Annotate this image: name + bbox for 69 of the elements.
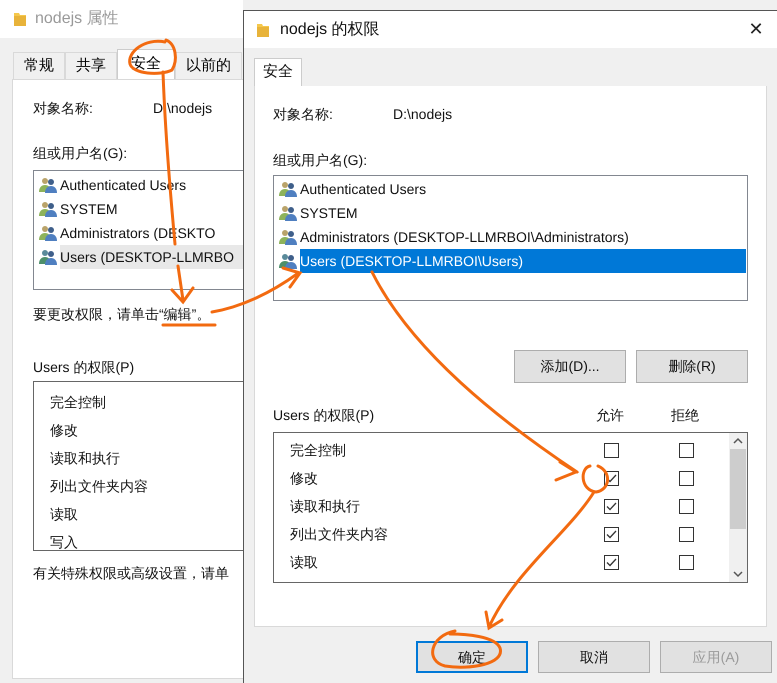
window-title: nodejs 属性 (35, 9, 119, 29)
tab[interactable]: 以前的 (175, 52, 242, 79)
group-item[interactable]: Administrators (DESKTOP-LLMRBOI\Administrators) (300, 225, 629, 249)
permission-name: 修改 (50, 420, 79, 440)
groups-list[interactable]: Authenticated Users SYSTEM Administrators (DESKTOP-LLMRBOI\Administrators) Users (DESKTOP-LLMRBOI\Users) (273, 175, 748, 301)
permission-name: 完全控制 (50, 392, 107, 412)
group-item[interactable]: SYSTEM (300, 201, 358, 225)
permissions-label: Users 的权限(P) (273, 406, 376, 425)
permission-name: 列出文件夹内容 (289, 524, 389, 544)
checkbox[interactable] (678, 498, 694, 514)
object-name-label: 对象名称: (33, 98, 94, 118)
permission-name: 读取 (289, 552, 319, 572)
groups-label: 组或用户名(G): (273, 151, 368, 170)
group-action-button[interactable]: 添加(D)... (514, 350, 626, 383)
users-icon (39, 177, 57, 193)
tab[interactable]: 常规 (13, 52, 65, 79)
tab[interactable]: 安全 (254, 58, 302, 86)
circle-annotation (127, 39, 177, 77)
permission-name: 列出文件夹内容 (50, 476, 149, 496)
edit-hint: 要更改权限，请单击“编辑”。 (33, 305, 212, 324)
groups-label: 组或用户名(G): (33, 144, 128, 163)
group-item[interactable]: Users (DESKTOP-LLMRBO (60, 245, 243, 269)
tab[interactable]: 共享 (65, 52, 117, 79)
scrollbar[interactable] (729, 433, 747, 582)
checkbox[interactable] (604, 554, 618, 570)
checkbox[interactable] (604, 526, 618, 542)
checkbox[interactable] (678, 526, 694, 542)
scrollbar-thumb[interactable] (730, 449, 746, 529)
users-icon (279, 181, 297, 197)
deny-header: 拒绝 (670, 406, 700, 424)
permission-name: 完全控制 (289, 440, 347, 460)
dialog-button[interactable]: 确定 (416, 641, 528, 673)
group-item[interactable]: Authenticated Users (300, 177, 426, 201)
permission-name: 修改 (289, 468, 319, 488)
allow-header: 允许 (595, 406, 625, 424)
folder-icon (256, 22, 270, 38)
checkmark-icon (606, 558, 616, 566)
circle-annotation (583, 463, 607, 495)
checkbox[interactable] (678, 442, 694, 458)
underline-annotation (160, 322, 218, 328)
users-icon (279, 205, 297, 221)
object-name-label: 对象名称: (273, 104, 334, 124)
circle-annotation (434, 627, 503, 669)
arrow-annotation (170, 264, 196, 304)
object-name: D:\nodejs (393, 104, 452, 124)
permission-name: 读取和执行 (289, 496, 361, 516)
folder-icon (13, 11, 27, 27)
group-item[interactable]: SYSTEM (60, 197, 118, 221)
permission-name: 读取和执行 (50, 448, 121, 468)
users-icon (39, 225, 57, 241)
close-button[interactable]: ✕ (741, 14, 771, 44)
permissions-label: Users 的权限(P) (33, 358, 136, 377)
permission-name: 写入 (50, 532, 79, 550)
dialog-title: nodejs 的权限 (280, 20, 380, 40)
users-icon (39, 249, 57, 265)
permission-name: 读取 (50, 504, 79, 524)
users-icon (39, 201, 57, 217)
checkmark-icon (606, 530, 616, 538)
users-icon (279, 229, 297, 245)
checkbox[interactable] (604, 498, 618, 514)
group-action-button[interactable]: 删除(R) (636, 350, 748, 383)
users-icon (279, 253, 297, 269)
checkbox[interactable] (604, 442, 618, 458)
advanced-hint: 有关特殊权限或高级设置，请单 (33, 564, 230, 583)
checkbox[interactable] (678, 554, 694, 570)
dialog-button[interactable]: 取消 (538, 641, 650, 673)
checkmark-icon (606, 502, 616, 510)
group-item[interactable]: Users (DESKTOP-LLMRBOI\Users) (300, 249, 746, 273)
checkbox[interactable] (678, 470, 694, 486)
